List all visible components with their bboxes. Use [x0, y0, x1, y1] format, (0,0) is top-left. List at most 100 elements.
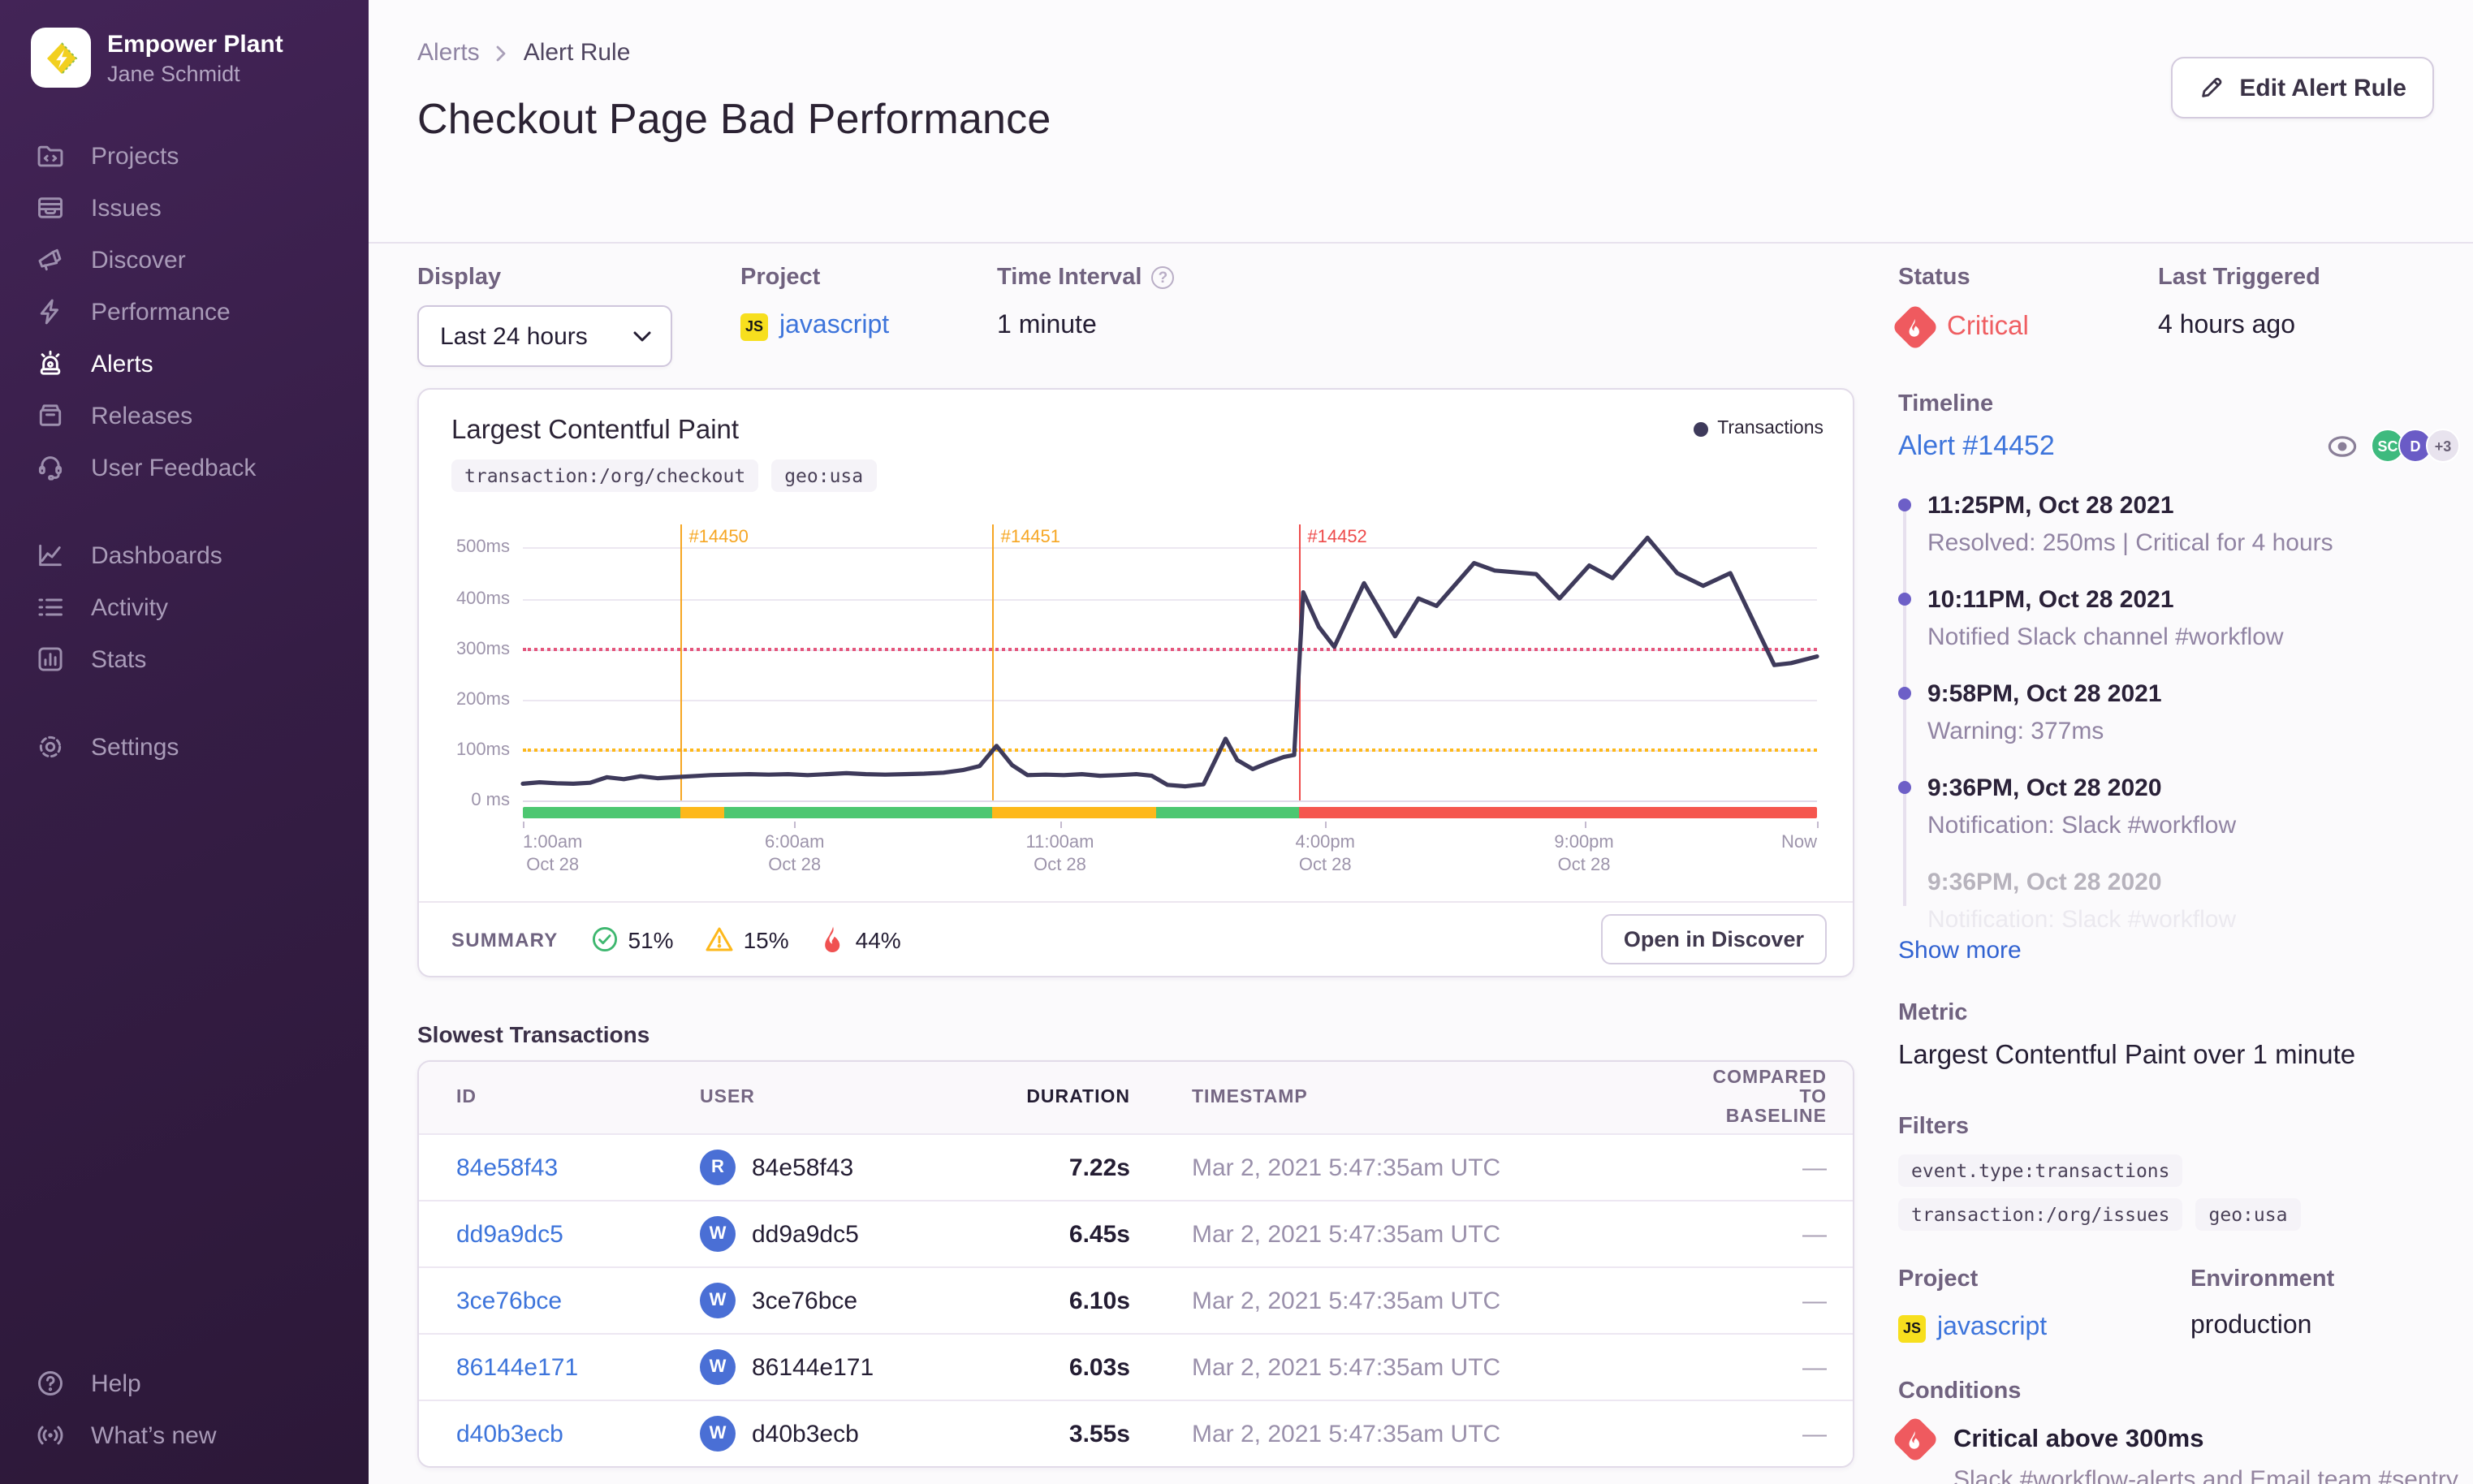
timeline-entry-faded: 9:36PM, Oct 28 2020 Notification: Slack …	[1927, 869, 2237, 934]
transaction-id-link[interactable]: d40b3ecb	[456, 1420, 700, 1447]
app: Empower Plant Jane Schmidt Projects Issu…	[0, 0, 2473, 1484]
pencil-icon	[2199, 75, 2225, 101]
condition-title: Critical above 300ms	[1953, 1425, 2204, 1452]
alert-link[interactable]: Alert #14452	[1898, 429, 2055, 462]
sidebar-item-settings[interactable]: Settings	[0, 721, 369, 773]
sidebar-item-whats-new[interactable]: What’s new	[0, 1409, 369, 1461]
sidebar-nav-primary: Projects Issues Discover Performance Ale…	[0, 130, 369, 494]
timeline-dot-icon	[1898, 687, 1911, 700]
metric-value: Largest Contentful Paint over 1 minute	[1898, 1041, 2356, 1070]
table-row: dd9a9dc5 Wdd9a9dc5 6.45s Mar 2, 2021 5:4…	[419, 1200, 1853, 1266]
eye-icon[interactable]	[2327, 434, 2358, 457]
transactions-line-series	[523, 528, 1817, 800]
sidebar-item-label: Releases	[91, 402, 193, 429]
show-more-link[interactable]: Show more	[1898, 937, 2022, 964]
sidebar-item-dashboards[interactable]: Dashboards	[0, 529, 369, 581]
last-triggered-label: Last Triggered	[2158, 265, 2320, 291]
check-circle-icon	[591, 925, 619, 953]
sidebar-footer: Help What’s new	[0, 1315, 369, 1461]
avatar: W	[700, 1416, 736, 1452]
chart-gridline	[523, 800, 1817, 802]
transaction-id-link[interactable]: dd9a9dc5	[456, 1220, 700, 1248]
open-in-discover-button[interactable]: Open in Discover	[1600, 914, 1827, 964]
sidebar-item-activity[interactable]: Activity	[0, 581, 369, 633]
status-segment	[1299, 807, 1817, 818]
filter-pills: event.type:transactions transaction:/org…	[1898, 1154, 2460, 1231]
timeline-entry: 9:58PM, Oct 28 2021 Warning: 377ms	[1898, 679, 2460, 747]
environment-block: Environment production	[2190, 1266, 2460, 1343]
warning-triangle-icon	[705, 925, 734, 953]
breadcrumb-alerts[interactable]: Alerts	[417, 39, 480, 67]
empower-plant-logo-icon	[46, 41, 77, 74]
table-row: 84e58f43 R 84e58f43 7.22s Mar 2, 2021 5:4…	[419, 1133, 1853, 1200]
condition-description: Slack #workflow-alerts and Email team #s…	[1953, 1466, 2458, 1484]
filters-label: Filters	[1898, 1114, 1970, 1140]
user-feedback-icon	[34, 452, 65, 483]
transaction-id-link[interactable]: 84e58f43	[456, 1154, 700, 1181]
chart-header: Largest Contentful Paint transaction:/or…	[419, 390, 1853, 492]
chart-x-label: 6:00am Oct 28	[765, 833, 825, 874]
page-title: Checkout Page Bad Performance	[417, 94, 1051, 143]
status-label: Status	[1898, 265, 1970, 291]
chart-x-label: 1:00am Oct 28	[523, 833, 583, 874]
broadcast-icon	[34, 1420, 65, 1451]
tag-transaction: transaction:/org/checkout	[451, 459, 759, 492]
sidebar-item-stats[interactable]: Stats	[0, 633, 369, 685]
sidebar-item-projects[interactable]: Projects	[0, 130, 369, 182]
main: Alerts Alert Rule Checkout Page Bad Perf…	[369, 0, 2473, 1484]
sidebar-item-label: Projects	[91, 142, 179, 170]
status-segment	[680, 807, 725, 818]
sidebar-item-user-feedback[interactable]: User Feedback	[0, 442, 369, 494]
col-id: ID	[456, 1088, 477, 1107]
filter-transaction: transaction:/org/issues	[1898, 1198, 2183, 1231]
sidebar-nav-settings: Settings	[0, 721, 369, 773]
status-row: Status Critical Last Triggered 4 hours a…	[1891, 265, 2460, 352]
summary-critical: 44%	[820, 925, 901, 953]
conditions-label: Conditions	[1898, 1378, 2022, 1404]
project-link[interactable]: javascript	[779, 312, 889, 341]
releases-icon	[34, 400, 65, 431]
sidebar-item-releases[interactable]: Releases	[0, 390, 369, 442]
transaction-id-link[interactable]: 86144e171	[456, 1353, 700, 1381]
filter-event-type: event.type:transactions	[1898, 1154, 2183, 1187]
summary-healthy: 51%	[591, 925, 674, 953]
sidebar-item-label: What’s new	[91, 1421, 217, 1449]
project-value: JS javascript	[1898, 1314, 2190, 1343]
sidebar-item-help[interactable]: Help	[0, 1357, 369, 1409]
avatar: W	[700, 1216, 736, 1252]
project-link[interactable]: javascript	[1937, 1314, 2047, 1343]
chart-footer: SUMMARY 51% 15% 44% Open in Discover	[419, 901, 1853, 976]
timeline-entry: 11:25PM, Oct 28 2021 Resolved: 250ms | C…	[1898, 490, 2460, 559]
avatar-overflow[interactable]: +3	[2426, 429, 2460, 463]
chart-y-tick: 100ms	[455, 740, 510, 760]
performance-icon	[34, 296, 65, 327]
table-row: 3ce76bce W 3ce76bce 6.10s Mar 2, 2021 5:4…	[419, 1266, 1853, 1333]
gear-icon	[34, 731, 65, 762]
chart-x-label: 11:00am Oct 28	[1025, 833, 1094, 874]
chart-x-axis: 1:00am Oct 28 6:00am Oct 28 11:00am Oct 28 4:0…	[523, 822, 1819, 882]
content: Display Last 24 hours Project JS javascr…	[369, 244, 2473, 1484]
timeline-list: 11:25PM, Oct 28 2021 Resolved: 250ms | C…	[1898, 490, 2460, 1000]
last-triggered-block: Last Triggered 4 hours ago	[2158, 265, 2460, 344]
sidebar-item-alerts[interactable]: Alerts	[0, 338, 369, 390]
sidebar-item-discover[interactable]: Discover	[0, 234, 369, 286]
edit-alert-rule-button[interactable]: Edit Alert Rule	[2171, 57, 2434, 119]
chart-legend: Transactions	[1693, 419, 1823, 438]
col-duration: DURATION	[1026, 1088, 1130, 1107]
display-control: Display Last 24 hours	[417, 265, 740, 367]
sidebar-item-label: Performance	[91, 298, 231, 326]
help-circle-icon[interactable]: ?	[1151, 266, 1175, 289]
sidebar-item-label: Help	[91, 1370, 141, 1397]
help-icon	[34, 1368, 65, 1399]
chevron-right-icon	[494, 43, 509, 63]
chart-tags: transaction:/org/checkout geo:usa	[451, 459, 1820, 492]
status-block: Status Critical	[1891, 265, 2158, 352]
org-switcher[interactable]: Empower Plant Jane Schmidt	[0, 0, 369, 88]
display-dropdown[interactable]: Last 24 hours	[417, 305, 672, 367]
controls-row: Display Last 24 hours Project JS javascr…	[417, 265, 1854, 367]
interval-value: 1 minute	[997, 312, 1097, 339]
transaction-id-link[interactable]: 3ce76bce	[456, 1287, 700, 1314]
page-header: Alerts Alert Rule Checkout Page Bad Perf…	[369, 0, 2473, 244]
sidebar-item-performance[interactable]: Performance	[0, 286, 369, 338]
sidebar-item-issues[interactable]: Issues	[0, 182, 369, 234]
